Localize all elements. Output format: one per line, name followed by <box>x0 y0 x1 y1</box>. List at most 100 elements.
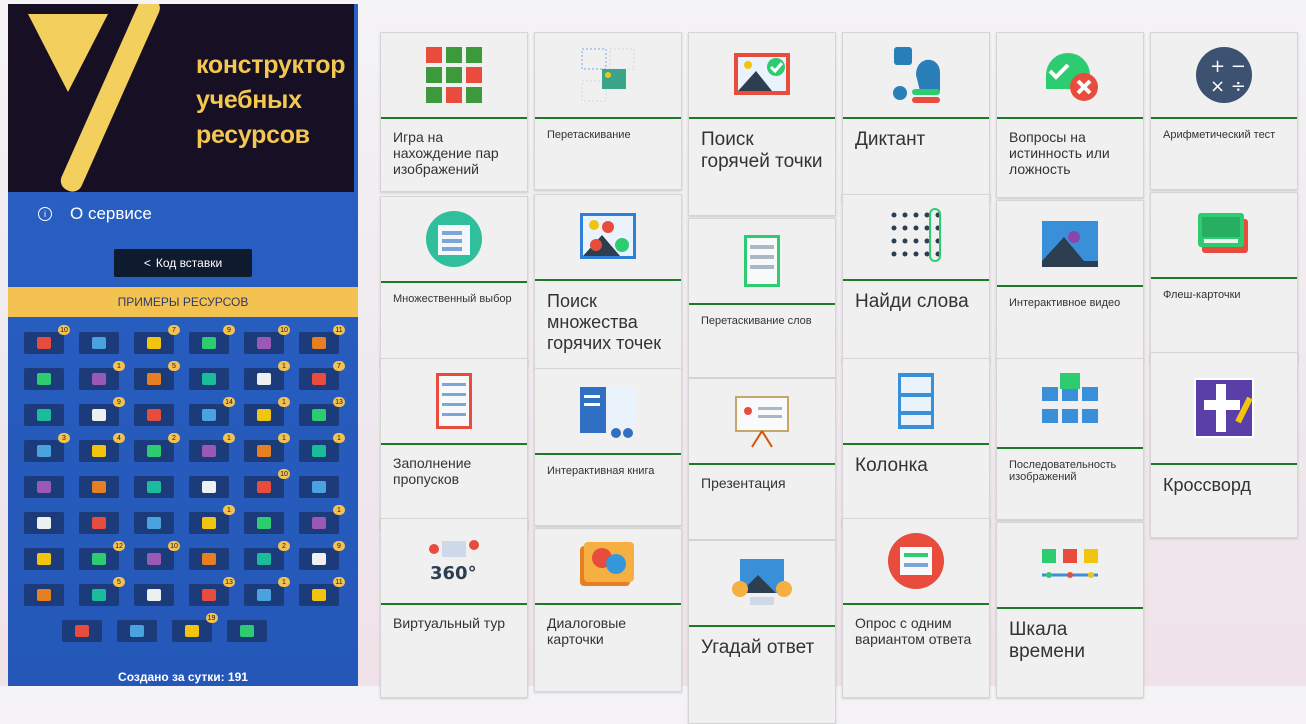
card-dialog-cards[interactable]: Диалоговые карточки <box>534 528 682 692</box>
example-resource-item[interactable] <box>61 620 102 642</box>
example-resource-item[interactable]: 10 <box>134 541 180 570</box>
example-resource-item[interactable]: 7 <box>134 325 180 354</box>
example-resource-item[interactable]: 1 <box>189 433 235 462</box>
example-resource-item[interactable] <box>79 512 119 534</box>
count-badge: 11 <box>333 325 345 335</box>
card-drag-words[interactable]: Перетаскивание слов <box>688 218 836 378</box>
guess-answer-icon <box>732 559 792 605</box>
example-resource-item[interactable] <box>189 368 229 390</box>
example-resource-item[interactable]: 5 <box>79 577 125 606</box>
example-resource-item[interactable]: 14 <box>189 397 235 426</box>
example-resource-item[interactable] <box>134 404 174 426</box>
card-image <box>535 529 681 605</box>
virtual-tour-icon: 360° <box>429 540 479 584</box>
card-label: Вопросы на истинность или ложность <box>1009 129 1110 177</box>
example-resource-item[interactable] <box>24 476 64 498</box>
card-hotspot[interactable]: Поиск горячей точки <box>688 32 836 216</box>
example-resource-item[interactable] <box>24 512 64 534</box>
card-image <box>535 195 681 281</box>
example-resource-item[interactable]: 10 <box>24 325 70 354</box>
card-column[interactable]: Колонка <box>842 358 990 528</box>
card-virtual-tour[interactable]: 360° Виртуальный тур <box>380 518 528 698</box>
example-resource-item[interactable]: 3 <box>24 433 70 462</box>
example-resource-item[interactable] <box>189 548 229 570</box>
example-resource-item[interactable]: 1 <box>299 433 345 462</box>
example-resource-item[interactable] <box>299 476 339 498</box>
resource-thumb-icon <box>37 445 51 457</box>
example-resource-item[interactable]: 9 <box>299 541 345 570</box>
example-resource-item[interactable]: 1 <box>79 361 125 390</box>
card-arithmetic[interactable]: + − × ÷ Арифметический тест <box>1150 32 1298 190</box>
about-link[interactable]: i О сервисе <box>38 204 152 224</box>
card-interactive-book[interactable]: Интерактивная книга <box>534 368 682 526</box>
example-resource-item[interactable]: 9 <box>189 325 235 354</box>
resource-thumb-icon <box>92 409 106 421</box>
example-resource-item[interactable] <box>24 404 64 426</box>
example-resource-item[interactable] <box>24 368 64 390</box>
example-resource-item[interactable]: 9 <box>79 397 125 426</box>
card-presentation[interactable]: Презентация <box>688 378 836 540</box>
example-resource-item[interactable]: 2 <box>244 541 290 570</box>
card-timeline[interactable]: Шкала времени <box>996 522 1144 698</box>
example-resource-item[interactable] <box>116 620 157 642</box>
example-resource-item[interactable]: 19 <box>171 613 218 642</box>
example-resource-item[interactable] <box>134 584 174 606</box>
card-multi-hotspot[interactable]: Поиск множества горячих точек <box>534 194 682 370</box>
example-resource-item[interactable]: 11 <box>299 577 345 606</box>
card-crossword[interactable]: Кроссворд <box>1150 352 1298 538</box>
example-resource-item[interactable]: 1 <box>244 397 290 426</box>
card-dictation[interactable]: Диктант <box>842 32 990 202</box>
count-badge: 10 <box>278 325 290 335</box>
example-resource-item[interactable] <box>24 584 64 606</box>
resource-thumb-icon <box>312 373 326 385</box>
example-resource-item[interactable] <box>226 620 267 642</box>
resource-thumb-icon <box>37 373 51 385</box>
embed-code-button[interactable]: < Код вставки <box>114 249 252 277</box>
resource-thumb-icon <box>147 409 161 421</box>
example-resource-item[interactable] <box>79 476 119 498</box>
example-resource-item[interactable]: 5 <box>134 361 180 390</box>
example-resource-item[interactable]: 1 <box>244 433 290 462</box>
example-resource-item[interactable]: 10 <box>244 325 290 354</box>
example-resource-item[interactable]: 1 <box>244 577 290 606</box>
example-resource-item[interactable] <box>134 512 174 534</box>
example-resource-item[interactable]: 11 <box>299 325 345 354</box>
example-resource-item[interactable] <box>189 476 229 498</box>
resource-thumb-icon <box>202 517 216 529</box>
example-resource-item[interactable]: 1 <box>244 361 290 390</box>
card-multiple-choice[interactable]: Множественный выбор <box>380 196 528 366</box>
card-true-false[interactable]: Вопросы на истинность или ложность <box>996 32 1144 198</box>
count-badge: 1 <box>223 433 235 443</box>
example-resource-item[interactable] <box>244 512 284 534</box>
example-resource-item[interactable]: 12 <box>79 541 125 570</box>
count-badge: 12 <box>113 541 125 551</box>
example-resource-item[interactable]: 4 <box>79 433 125 462</box>
example-resource-item[interactable]: 2 <box>134 433 180 462</box>
example-resource-item[interactable]: 1 <box>299 505 345 534</box>
card-drag-drop[interactable]: Перетаскивание <box>534 32 682 190</box>
count-badge: 9 <box>333 541 345 551</box>
card-interactive-video[interactable]: Интерактивное видео <box>996 200 1144 360</box>
count-badge: 11 <box>333 577 345 587</box>
example-resource-item[interactable]: 1 <box>189 505 235 534</box>
example-resource-item[interactable]: 13 <box>189 577 235 606</box>
logo[interactable]: конструктор учебных ресурсов <box>8 4 354 192</box>
resource-icons-grid: 10 7 9 10 11 1 5 1 7 9 14 1 13 3 4 2 1 1 1 10 1 1 12 10 2 9 5 13 1 11… <box>24 325 345 656</box>
card-image-sequence[interactable]: Последовательность изображений <box>996 358 1144 520</box>
card-image <box>689 379 835 465</box>
example-resource-item[interactable]: 10 <box>244 469 290 498</box>
card-guess-answer[interactable]: Угадай ответ <box>688 540 836 724</box>
card-grid-pairs[interactable]: Игра на нахождение пар изображений <box>380 32 528 192</box>
example-resource-item[interactable] <box>79 332 119 354</box>
card-flashcards[interactable]: Флеш-карточки <box>1150 192 1298 364</box>
resource-thumb-icon <box>147 373 161 385</box>
card-single-choice[interactable]: Опрос с одним вариантом ответа <box>842 518 990 698</box>
example-resource-item[interactable]: 7 <box>299 361 345 390</box>
example-resource-item[interactable]: 13 <box>299 397 345 426</box>
card-find-words[interactable]: Найди слова <box>842 194 990 362</box>
resource-thumb-icon <box>312 337 326 349</box>
example-resource-item[interactable] <box>134 476 174 498</box>
image-sequence-icon <box>1042 373 1098 423</box>
example-resource-item[interactable] <box>24 548 64 570</box>
card-fill-blanks[interactable]: Заполнение пропусков <box>380 358 528 530</box>
